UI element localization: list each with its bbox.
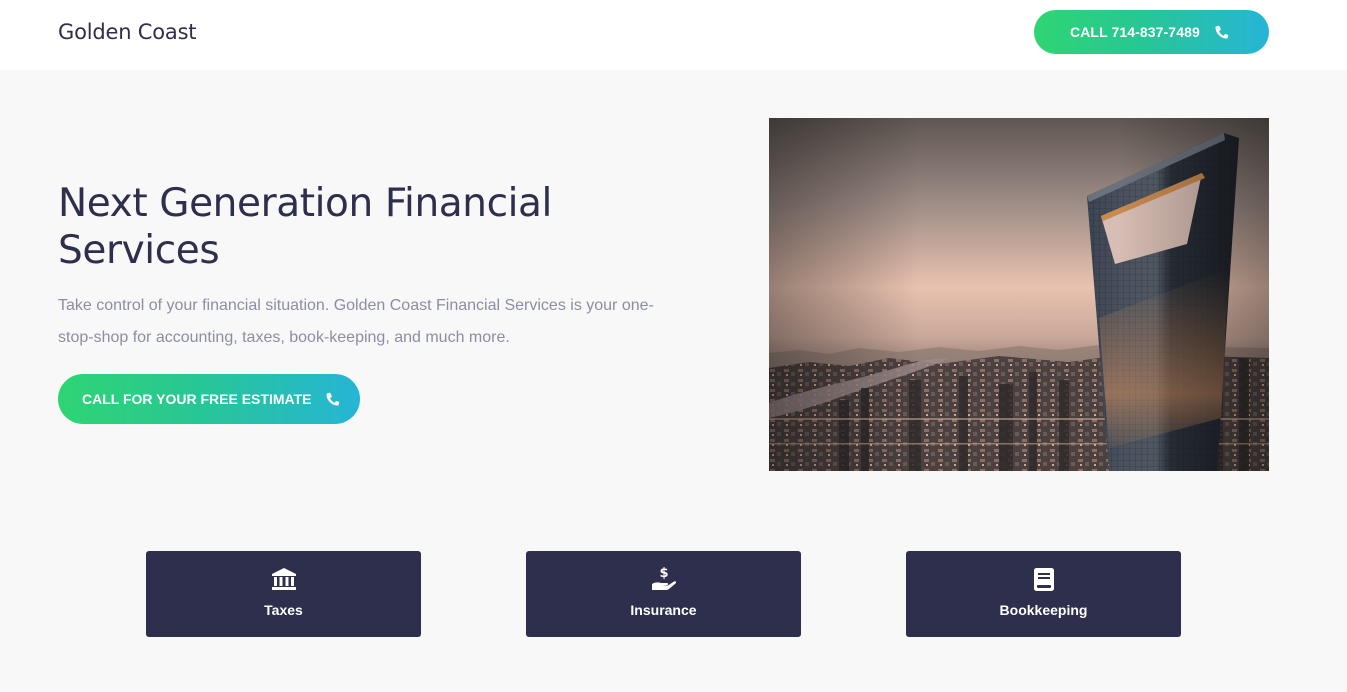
brand-logo[interactable]: Golden Coast <box>58 20 197 44</box>
svg-text:$: $ <box>659 566 668 581</box>
hero-title: Next Generation Financial Services <box>58 181 552 273</box>
phone-icon <box>1214 24 1230 40</box>
hand-holding-dollar-icon: $ <box>650 565 678 593</box>
phone-icon <box>325 391 341 407</box>
bank-icon <box>270 565 298 593</box>
site-header: Golden Coast CALL 714-837-7489 <box>0 0 1347 70</box>
service-card-label: Taxes <box>264 602 303 618</box>
service-card-label: Insurance <box>630 602 697 618</box>
service-card-bookkeeping[interactable]: Bookkeeping <box>906 551 1181 637</box>
call-phone-button[interactable]: CALL 714-837-7489 <box>1034 10 1269 54</box>
call-phone-button-label: CALL 714-837-7489 <box>1070 24 1200 40</box>
book-icon <box>1030 565 1058 593</box>
service-card-taxes[interactable]: Taxes <box>146 551 421 637</box>
hero-description: Take control of your financial situation… <box>58 297 654 346</box>
hero-skyline-image <box>769 118 1269 471</box>
service-card-insurance[interactable]: $ Insurance <box>526 551 801 637</box>
free-estimate-button[interactable]: CALL FOR YOUR FREE ESTIMATE <box>58 374 360 424</box>
service-card-label: Bookkeeping <box>999 602 1088 618</box>
free-estimate-button-label: CALL FOR YOUR FREE ESTIMATE <box>82 391 312 407</box>
